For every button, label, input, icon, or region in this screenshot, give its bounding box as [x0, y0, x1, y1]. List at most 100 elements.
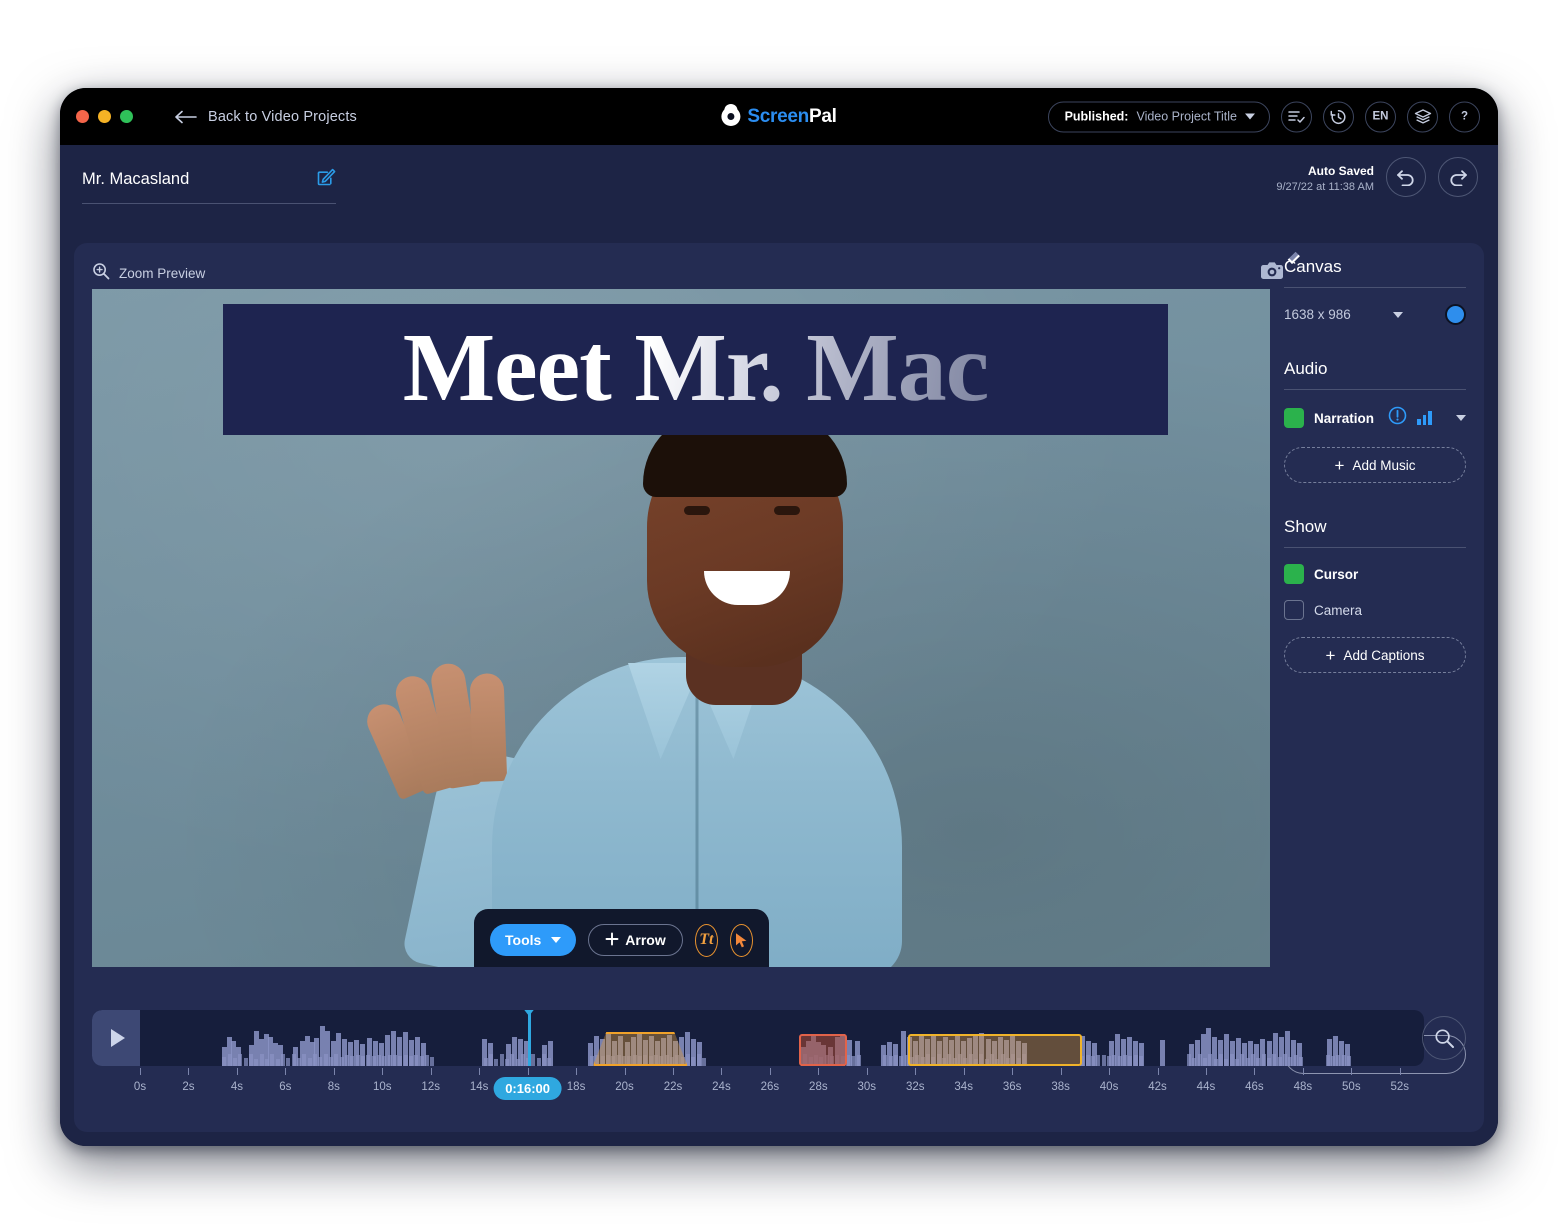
workspace: Zoom Preview	[74, 243, 1484, 1132]
zoom-region-trapezoid[interactable]	[593, 1032, 687, 1066]
waveform-bar	[542, 1054, 546, 1066]
magnifier-icon	[1434, 1028, 1455, 1049]
playhead[interactable]	[528, 1010, 531, 1066]
ruler-tick-label: 40s	[1100, 1081, 1119, 1093]
ruler-tick	[528, 1068, 529, 1075]
add-music-button[interactable]: + Add Music	[1284, 447, 1466, 483]
video-title-card[interactable]: Meet Mr. Mac	[223, 304, 1168, 435]
highlight-region-red[interactable]	[799, 1034, 847, 1066]
history-icon-button[interactable]	[1323, 101, 1354, 132]
ruler-tick	[237, 1068, 238, 1075]
chevron-down-icon[interactable]	[1456, 415, 1466, 421]
ruler-tick	[188, 1068, 189, 1075]
cursor-tool-button[interactable]	[730, 924, 753, 957]
add-arrow-button[interactable]: Arrow	[588, 924, 682, 956]
cursor-row: Cursor	[1284, 564, 1466, 584]
screenpal-logo: ScreenPal	[721, 106, 836, 128]
video-title-text: Meet Mr. Mac	[403, 319, 989, 417]
language-button[interactable]: EN	[1365, 101, 1396, 132]
app-window: Back to Video Projects ScreenPal Publish…	[60, 88, 1498, 1146]
camera-checkbox[interactable]	[1284, 600, 1304, 620]
waveform-bar	[340, 1057, 344, 1066]
canvas-color-swatch[interactable]	[1445, 304, 1466, 325]
ruler-tick-label: 14s	[470, 1081, 489, 1093]
alert-circle-icon[interactable]	[1388, 406, 1407, 430]
waveform-bar	[857, 1055, 861, 1066]
waveform-bar	[244, 1058, 248, 1066]
waveform-bar	[281, 1054, 285, 1066]
waveform-bar	[516, 1059, 520, 1066]
chevron-down-icon	[1245, 114, 1255, 120]
help-icon-button[interactable]: ?	[1449, 101, 1480, 132]
waveform-bar	[899, 1056, 903, 1066]
zoom-region-orange[interactable]	[908, 1034, 1082, 1066]
waveform-bar	[1198, 1054, 1202, 1066]
waveform-bar	[382, 1056, 386, 1066]
waveform-bar	[1262, 1054, 1266, 1066]
waveform-bar	[265, 1059, 269, 1066]
waveform-bar	[430, 1057, 434, 1066]
redo-button[interactable]	[1438, 157, 1478, 197]
waveform-bar	[233, 1058, 237, 1066]
project-status-dropdown[interactable]: Published: Video Project Title	[1048, 101, 1270, 132]
video-preview-canvas[interactable]: Meet Mr. Mac Tools Arrow Tt	[92, 289, 1270, 967]
current-time-pill[interactable]: 0:16:00	[493, 1077, 562, 1100]
waveform-bar	[420, 1056, 424, 1066]
editor-body: Mr. Macasland Auto Saved 9/27/22 at 11:3…	[60, 145, 1498, 1146]
layers-icon-button[interactable]	[1407, 101, 1438, 132]
camera-icon-button[interactable]	[1260, 261, 1284, 285]
waveform-bar	[521, 1054, 525, 1066]
canvas-section-heading: Canvas	[1284, 257, 1466, 288]
zoom-preview-button[interactable]: Zoom Preview	[92, 262, 205, 285]
ruler-tick	[382, 1068, 383, 1075]
play-button[interactable]	[92, 1010, 140, 1066]
chevron-down-icon	[551, 937, 561, 943]
waveform-bar	[1091, 1056, 1095, 1066]
project-title-field[interactable]: Mr. Macasland	[82, 167, 336, 204]
narration-row: Narration	[1284, 406, 1466, 430]
back-to-video-projects-button[interactable]: Back to Video Projects	[175, 109, 357, 125]
ruler-tick	[818, 1068, 819, 1075]
waveform-bar	[1230, 1054, 1234, 1066]
plus-icon	[605, 932, 619, 949]
cursor-checkbox[interactable]	[1284, 564, 1304, 584]
ruler-tick	[1109, 1068, 1110, 1075]
narration-checkbox[interactable]	[1284, 408, 1304, 428]
volume-levels-icon[interactable]	[1417, 411, 1432, 425]
autosave-timestamp: 9/27/22 at 11:38 AM	[1276, 181, 1374, 193]
waveform-bar	[409, 1056, 413, 1066]
back-label: Back to Video Projects	[208, 109, 357, 125]
topbar-actions: Published: Video Project Title EN ?	[1048, 101, 1480, 132]
tools-dropdown-button[interactable]: Tools	[490, 924, 576, 956]
plus-icon: +	[1326, 647, 1336, 664]
text-tool-button[interactable]: Tt	[695, 924, 718, 957]
timeline-zoom-button[interactable]	[1422, 1016, 1466, 1060]
ruler-tick-label: 6s	[279, 1081, 291, 1093]
waveform-bar	[414, 1055, 418, 1066]
ruler-tick-label: 30s	[858, 1081, 877, 1093]
waveform-bar	[292, 1054, 296, 1066]
undo-button[interactable]	[1386, 157, 1426, 197]
window-close-button[interactable]	[76, 110, 89, 123]
timeline-track[interactable]	[92, 1010, 1424, 1066]
waveform-bar	[547, 1058, 551, 1066]
window-maximize-button[interactable]	[120, 110, 133, 123]
list-check-icon-button[interactable]	[1281, 101, 1312, 132]
edit-pencil-icon[interactable]	[316, 167, 336, 192]
add-captions-button[interactable]: + Add Captions	[1284, 637, 1466, 673]
waveform-bar	[531, 1054, 535, 1066]
ruler-tick-label: 48s	[1294, 1081, 1313, 1093]
ruler-tick	[1158, 1068, 1159, 1075]
zoom-preview-label: Zoom Preview	[119, 266, 205, 281]
ruler-tick	[1061, 1068, 1062, 1075]
waveform-bar	[1278, 1057, 1282, 1066]
canvas-resolution-row[interactable]: 1638 x 986	[1284, 304, 1466, 325]
ruler-tick	[334, 1068, 335, 1075]
ruler-tick	[1012, 1068, 1013, 1075]
waveform-bar	[324, 1054, 328, 1066]
ruler-tick-label: 50s	[1342, 1081, 1361, 1093]
traffic-lights	[76, 110, 133, 123]
waveform-bar	[889, 1056, 893, 1066]
waveform-bar	[249, 1054, 253, 1066]
window-minimize-button[interactable]	[98, 110, 111, 123]
